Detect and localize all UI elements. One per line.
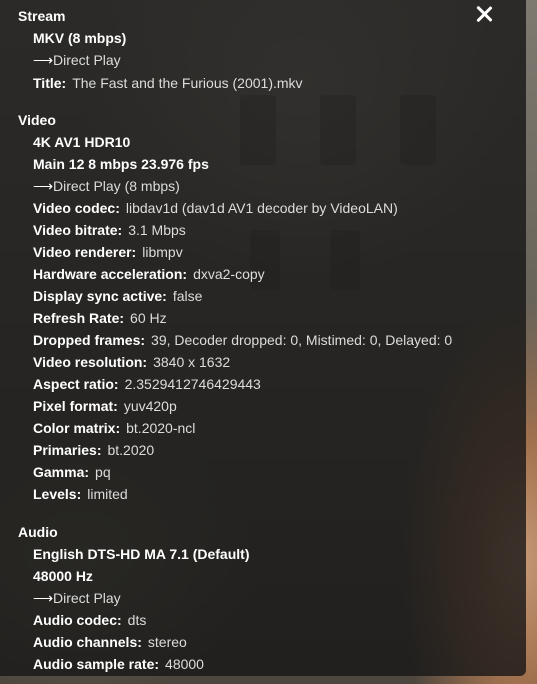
audio-info-row: Audio sample rate: 48000 [33,655,204,673]
playback-info-panel: Stream MKV (8 mbps) ⟶Direct Play Title: T… [0,0,526,676]
video-info-row: Aspect ratio: 2.3529412746429443 [33,375,261,393]
stream-title-value: The Fast and the Furious (2001).mkv [72,75,303,91]
audio-play-method-text: Direct Play [53,590,121,606]
audio-info-value: stereo [147,634,187,650]
audio-info-row: Audio codec: dts [33,611,146,629]
video-info-label: Hardware acceleration: [33,266,188,282]
audio-info-label: Audio sample rate: [33,656,160,672]
video-info-value: libmpv [142,244,183,260]
video-info-row: Levels: limited [33,485,128,503]
video-info-label: Video codec: [33,200,120,216]
video-info-value: bt.2020-ncl [126,420,196,436]
video-info-row: Hardware acceleration: dxva2-copy [33,265,265,283]
video-info-value: 3.1 Mbps [128,222,186,238]
audio-info-row: Audio channels: stereo [33,633,187,651]
video-info-label: Display sync active: [33,288,167,304]
video-info-row: Video codec: libdav1d (dav1d AV1 decoder … [33,199,398,217]
audio-info-label: Audio codec: [33,612,122,628]
video-info-label: Pixel format: [33,398,118,414]
video-info-label: Video resolution: [33,354,148,370]
video-info-value: yuv420p [123,398,177,414]
video-info-row: Color matrix: bt.2020-ncl [33,419,195,437]
video-info-label: Aspect ratio: [33,376,119,392]
audio-play-method: ⟶Direct Play [33,589,121,607]
arrow-right-icon: ⟶ [33,52,54,68]
video-info-row: Video renderer: libmpv [33,243,183,261]
video-info-row: Gamma: pq [33,463,111,481]
audio-info-value: 48000 [165,656,204,672]
audio-sample-line: 48000 Hz [33,568,93,584]
video-info-value: bt.2020 [107,442,155,458]
video-info-row: Primaries: bt.2020 [33,441,154,459]
video-info-label: Video renderer: [33,244,137,260]
video-info-value: pq [95,464,111,480]
video-info-row: Refresh Rate: 60 Hz [33,309,167,327]
stream-container-info: MKV (8 mbps) [33,30,127,46]
video-info-value: libdav1d (dav1d AV1 decoder by VideoLAN) [125,200,398,216]
video-info-value: limited [87,486,128,502]
video-info-value: dxva2-copy [193,266,265,282]
video-info-label: Color matrix: [33,420,121,436]
video-info-row: Pixel format: yuv420p [33,397,177,415]
stream-section-heading: Stream [18,8,66,24]
close-icon[interactable] [473,3,495,25]
video-info-label: Video bitrate: [33,222,123,238]
video-format-line: 4K AV1 HDR10 [33,134,131,150]
video-info-value: 3840 x 1632 [153,354,231,370]
stream-play-method: ⟶Direct Play [33,51,121,69]
stream-play-method-text: Direct Play [53,52,121,68]
video-play-method: ⟶Direct Play (8 mbps) [33,177,180,195]
video-info-row: Dropped frames: 39, Decoder dropped: 0, M… [33,331,452,349]
video-info-value: 60 Hz [130,310,167,326]
video-play-method-text: Direct Play (8 mbps) [53,178,180,194]
video-info-row: Video bitrate: 3.1 Mbps [33,221,186,239]
audio-info-label: Audio channels: [33,634,142,650]
video-profile-line: Main 12 8 mbps 23.976 fps [33,156,209,172]
video-info-value: 2.3529412746429443 [124,376,261,392]
video-info-row: Display sync active: false [33,287,202,305]
audio-section-heading: Audio [18,524,58,540]
audio-info-value: dts [127,612,147,628]
video-info-label: Dropped frames: [33,332,146,348]
video-info-label: Refresh Rate: [33,310,125,326]
arrow-right-icon: ⟶ [33,590,54,606]
video-info-row: Video resolution: 3840 x 1632 [33,353,230,371]
stream-title-row: Title: The Fast and the Furious (2001).mk… [33,74,303,92]
video-info-value: false [172,288,203,304]
arrow-right-icon: ⟶ [33,178,54,194]
video-info-label: Gamma: [33,464,90,480]
audio-track-line: English DTS-HD MA 7.1 (Default) [33,546,250,562]
video-info-label: Primaries: [33,442,102,458]
video-info-value: 39, Decoder dropped: 0, Mistimed: 0, Del… [151,332,453,348]
video-info-label: Levels: [33,486,82,502]
stream-title-label: Title: [33,75,67,91]
video-section-heading: Video [18,112,56,128]
